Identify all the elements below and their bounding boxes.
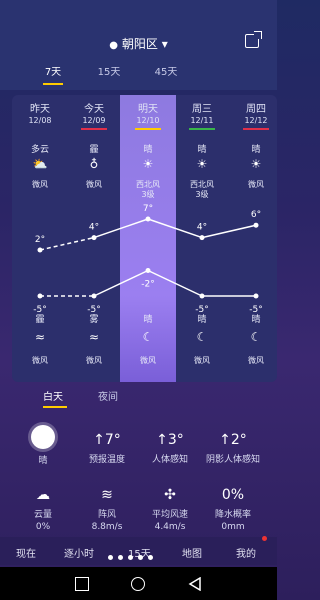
temp-label: -5° <box>87 305 100 315</box>
temp-point <box>145 268 151 273</box>
temp-point <box>91 235 97 241</box>
temp-line-segment <box>39 236 95 251</box>
stat-feels-like: ↑3° 人体感知 <box>151 432 188 465</box>
temp-point <box>199 293 205 299</box>
temp-label: -5° <box>249 305 262 315</box>
recents-icon[interactable] <box>75 577 89 591</box>
home-icon[interactable] <box>131 577 145 591</box>
temp-point <box>145 216 151 222</box>
temp-point <box>253 222 259 228</box>
temp-point <box>253 293 259 299</box>
temp-point <box>199 235 205 241</box>
temp-label: -5° <box>33 305 46 315</box>
system-nav-bar <box>0 567 277 600</box>
temp-label: 4° <box>197 223 207 233</box>
stat-avg-wind: ✣ 平均风速 4.4m/s <box>140 487 200 532</box>
page-dot <box>148 555 153 560</box>
temp-label: -5° <box>195 305 208 315</box>
temp-point <box>37 293 43 299</box>
nav-now[interactable]: 现在 <box>16 545 36 560</box>
temp-label: -2° <box>141 280 154 290</box>
cloud-icon: ☁ <box>36 487 50 503</box>
page-dot <box>128 555 133 560</box>
back-icon[interactable] <box>188 577 202 591</box>
wind-icon: ≋ <box>101 487 113 503</box>
nav-hourly[interactable]: 逐小时 <box>64 545 94 560</box>
percent-icon: 0% <box>221 487 245 503</box>
temp-line-segment <box>93 269 149 297</box>
temp-label: 7° <box>143 204 153 214</box>
page-dot <box>138 555 143 560</box>
temp-point <box>37 247 43 253</box>
nav-mine[interactable]: 我的 <box>236 545 256 560</box>
tab-underline <box>43 406 67 408</box>
nav-map[interactable]: 地图 <box>182 545 202 560</box>
temp-point <box>91 293 97 299</box>
stat-precip: 0% 降水概率 0mm <box>203 487 263 532</box>
stat-forecast-temp: ↑7° 预报温度 <box>88 432 125 465</box>
temp-line-segment <box>93 218 149 239</box>
stat-cloud: ☁ 云量 0% <box>13 487 73 532</box>
temp-label: 6° <box>251 210 261 220</box>
page-indicator <box>108 545 158 564</box>
tab-night[interactable]: 夜间 <box>98 388 118 403</box>
day-night-tabs: 白天 夜间 <box>0 388 277 410</box>
temp-line-segment <box>147 218 203 239</box>
tab-daytime[interactable]: 白天 <box>43 388 67 408</box>
temp-line-segment <box>201 224 257 239</box>
stat-gust: ≋ 阵风 8.8m/s <box>77 487 137 532</box>
fan-icon: ✣ <box>164 487 176 503</box>
stat-condition: 晴 <box>13 425 73 466</box>
temp-line-segment <box>147 269 203 297</box>
notification-dot <box>262 536 267 541</box>
page-dot <box>108 555 113 560</box>
temp-label: 4° <box>89 223 99 233</box>
sun-icon <box>31 425 55 449</box>
page-dot <box>118 555 123 560</box>
stat-shade-feels: ↑2° 阴影人体感知 <box>205 432 260 465</box>
temp-label: 2° <box>35 235 45 245</box>
